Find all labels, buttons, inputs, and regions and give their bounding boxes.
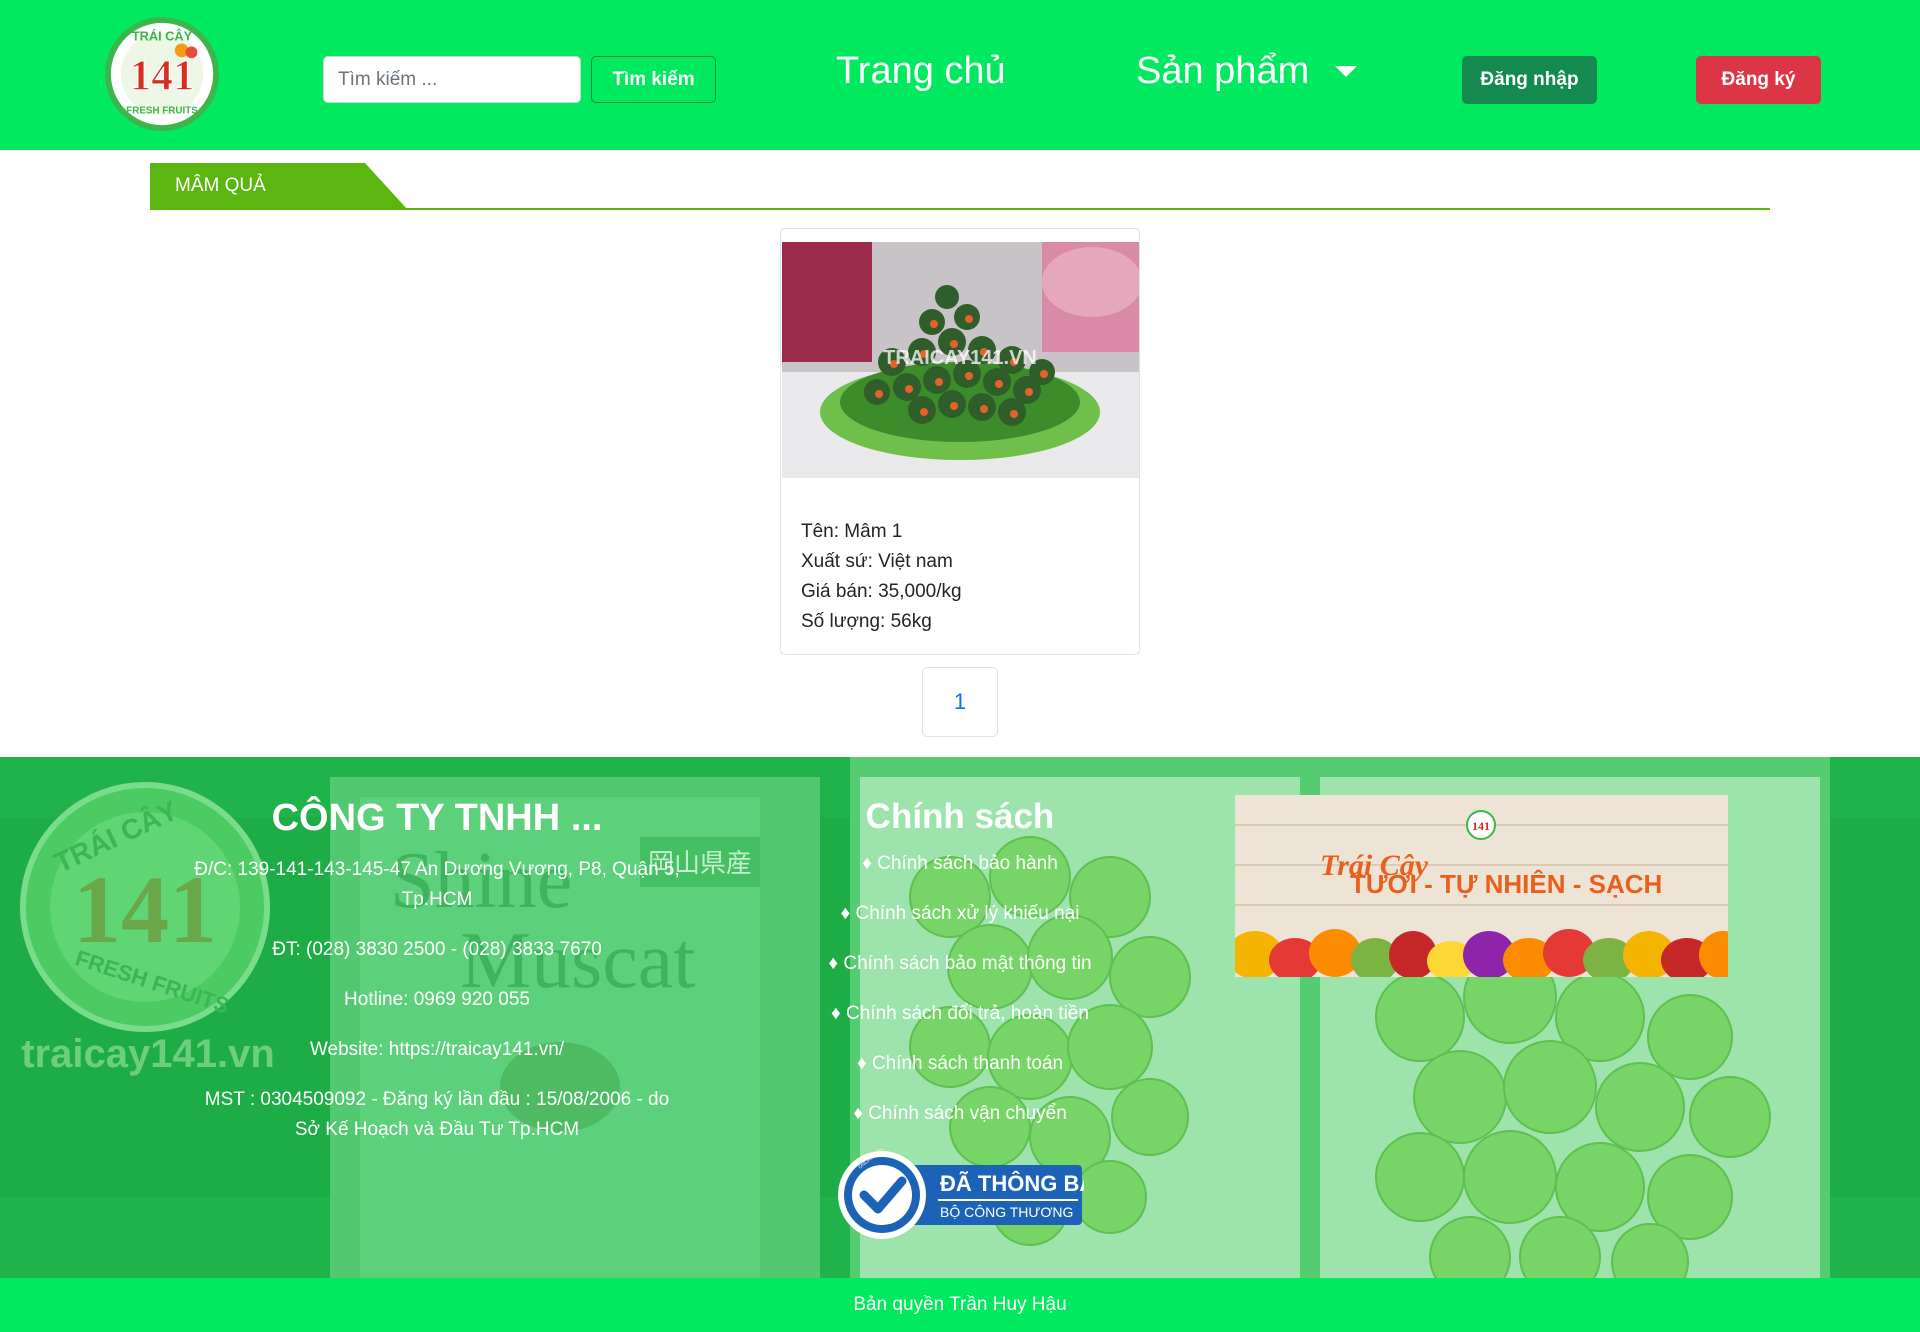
policy-link-privacy[interactable]: ♦ Chính sách bảo mật thông tin [760, 949, 1160, 979]
product-name: Tên: Mâm 1 [801, 521, 903, 542]
site-logo[interactable]: TRÁI CÂY 141 FRESH FRUITS [103, 15, 221, 133]
policy-title: Chính sách [865, 797, 1055, 836]
policy-link-complaints[interactable]: ♦ Chính sách xử lý khiếu nại [760, 899, 1160, 929]
gov-badge-line2: BỘ CÔNG THƯƠNG [940, 1204, 1073, 1220]
nav-products-label: Sản phẩm [1136, 50, 1310, 92]
product-origin: Xuất sứ: Việt nam [801, 551, 953, 572]
product-card[interactable]: TRAICAY141.VN Tên: Mâm 1 Xuất sứ: Việt n… [780, 228, 1140, 655]
search-button[interactable]: Tìm kiếm [591, 56, 716, 103]
nav-products-dropdown[interactable]: Sản phẩm [1136, 50, 1358, 93]
product-info: Tên: Mâm 1 Xuất sứ: Việt nam Giá bán: 35… [801, 517, 962, 637]
company-website[interactable]: Website: https://traicay141.vn/ [190, 1035, 684, 1065]
login-button[interactable]: Đăng nhập [1462, 56, 1597, 104]
pagination-page-1[interactable]: 1 [922, 667, 998, 737]
section-title: MÂM QUẢ [175, 175, 266, 196]
banner-line2: TƯƠI - TỰ NHIÊN - SẠCH [1350, 869, 1662, 899]
footer-banner-image[interactable]: 141 Trái Cây TƯƠI - TỰ NHIÊN - SẠCH [1235, 795, 1728, 977]
policy-link-returns[interactable]: ♦ Chính sách đổi trả, hoàn tiền [760, 999, 1160, 1029]
site-header: TRÁI CÂY 141 FRESH FRUITS Tìm kiếm Trang… [0, 0, 1920, 150]
copyright-bar: Bản quyền Trần Huy Hậu [0, 1278, 1920, 1332]
logo-number: 141 [130, 52, 195, 100]
policy-link-payment[interactable]: ♦ Chính sách thanh toán [760, 1049, 1160, 1079]
gov-badge-line1: ĐÃ THÔNG BÁO [940, 1171, 1084, 1196]
product-price: Giá bán: 35,000/kg [801, 581, 962, 602]
gov-notification-badge[interactable]: ONLINE.GOV.VN ĐÃ THÔNG BÁO BỘ CÔNG THƯƠN… [838, 1149, 1084, 1241]
policy-link-shipping[interactable]: ♦ Chính sách vận chuyển [760, 1099, 1160, 1129]
signup-button[interactable]: Đăng ký [1696, 56, 1821, 104]
company-tax: MST : 0304509092 - Đăng ký lần đầu : 15/… [204, 1089, 670, 1140]
product-image[interactable]: TRAICAY141.VN [782, 242, 1139, 478]
product-quantity: Số lượng: 56kg [801, 611, 932, 632]
logo-bottom-text: FRESH FRUITS [126, 105, 198, 116]
company-hotline: Hotline: 0969 920 055 [344, 989, 530, 1010]
product-image-watermark: TRAICAY141.VN [883, 347, 1037, 369]
company-info: Đ/C: 139-141-143-145-47 An Dương Vương, … [190, 855, 684, 1165]
copyright-text: Bản quyền Trần Huy Hậu [853, 1294, 1067, 1315]
svg-text:141: 141 [1472, 819, 1490, 833]
policy-link-warranty[interactable]: ♦ Chính sách bảo hành [760, 849, 1160, 879]
logo-top-text: TRÁI CÂY [132, 29, 193, 44]
policy-list: ♦ Chính sách bảo hành ♦ Chính sách xử lý… [760, 849, 1160, 1149]
search-input[interactable] [323, 56, 581, 103]
company-address: Đ/C: 139-141-143-145-47 An Dương Vương, … [194, 859, 680, 910]
caret-down-icon [1335, 66, 1358, 77]
site-footer: TRÁI CÂY 141 FRESH FRUITS traicay141.vn … [0, 757, 1920, 1278]
company-title-text: CÔNG TY TNHH ... [271, 797, 603, 839]
company-phone: ĐT: (028) 3830 2500 - (028) 3833 7670 [272, 939, 602, 960]
nav-home-link[interactable]: Trang chủ [836, 50, 1006, 93]
